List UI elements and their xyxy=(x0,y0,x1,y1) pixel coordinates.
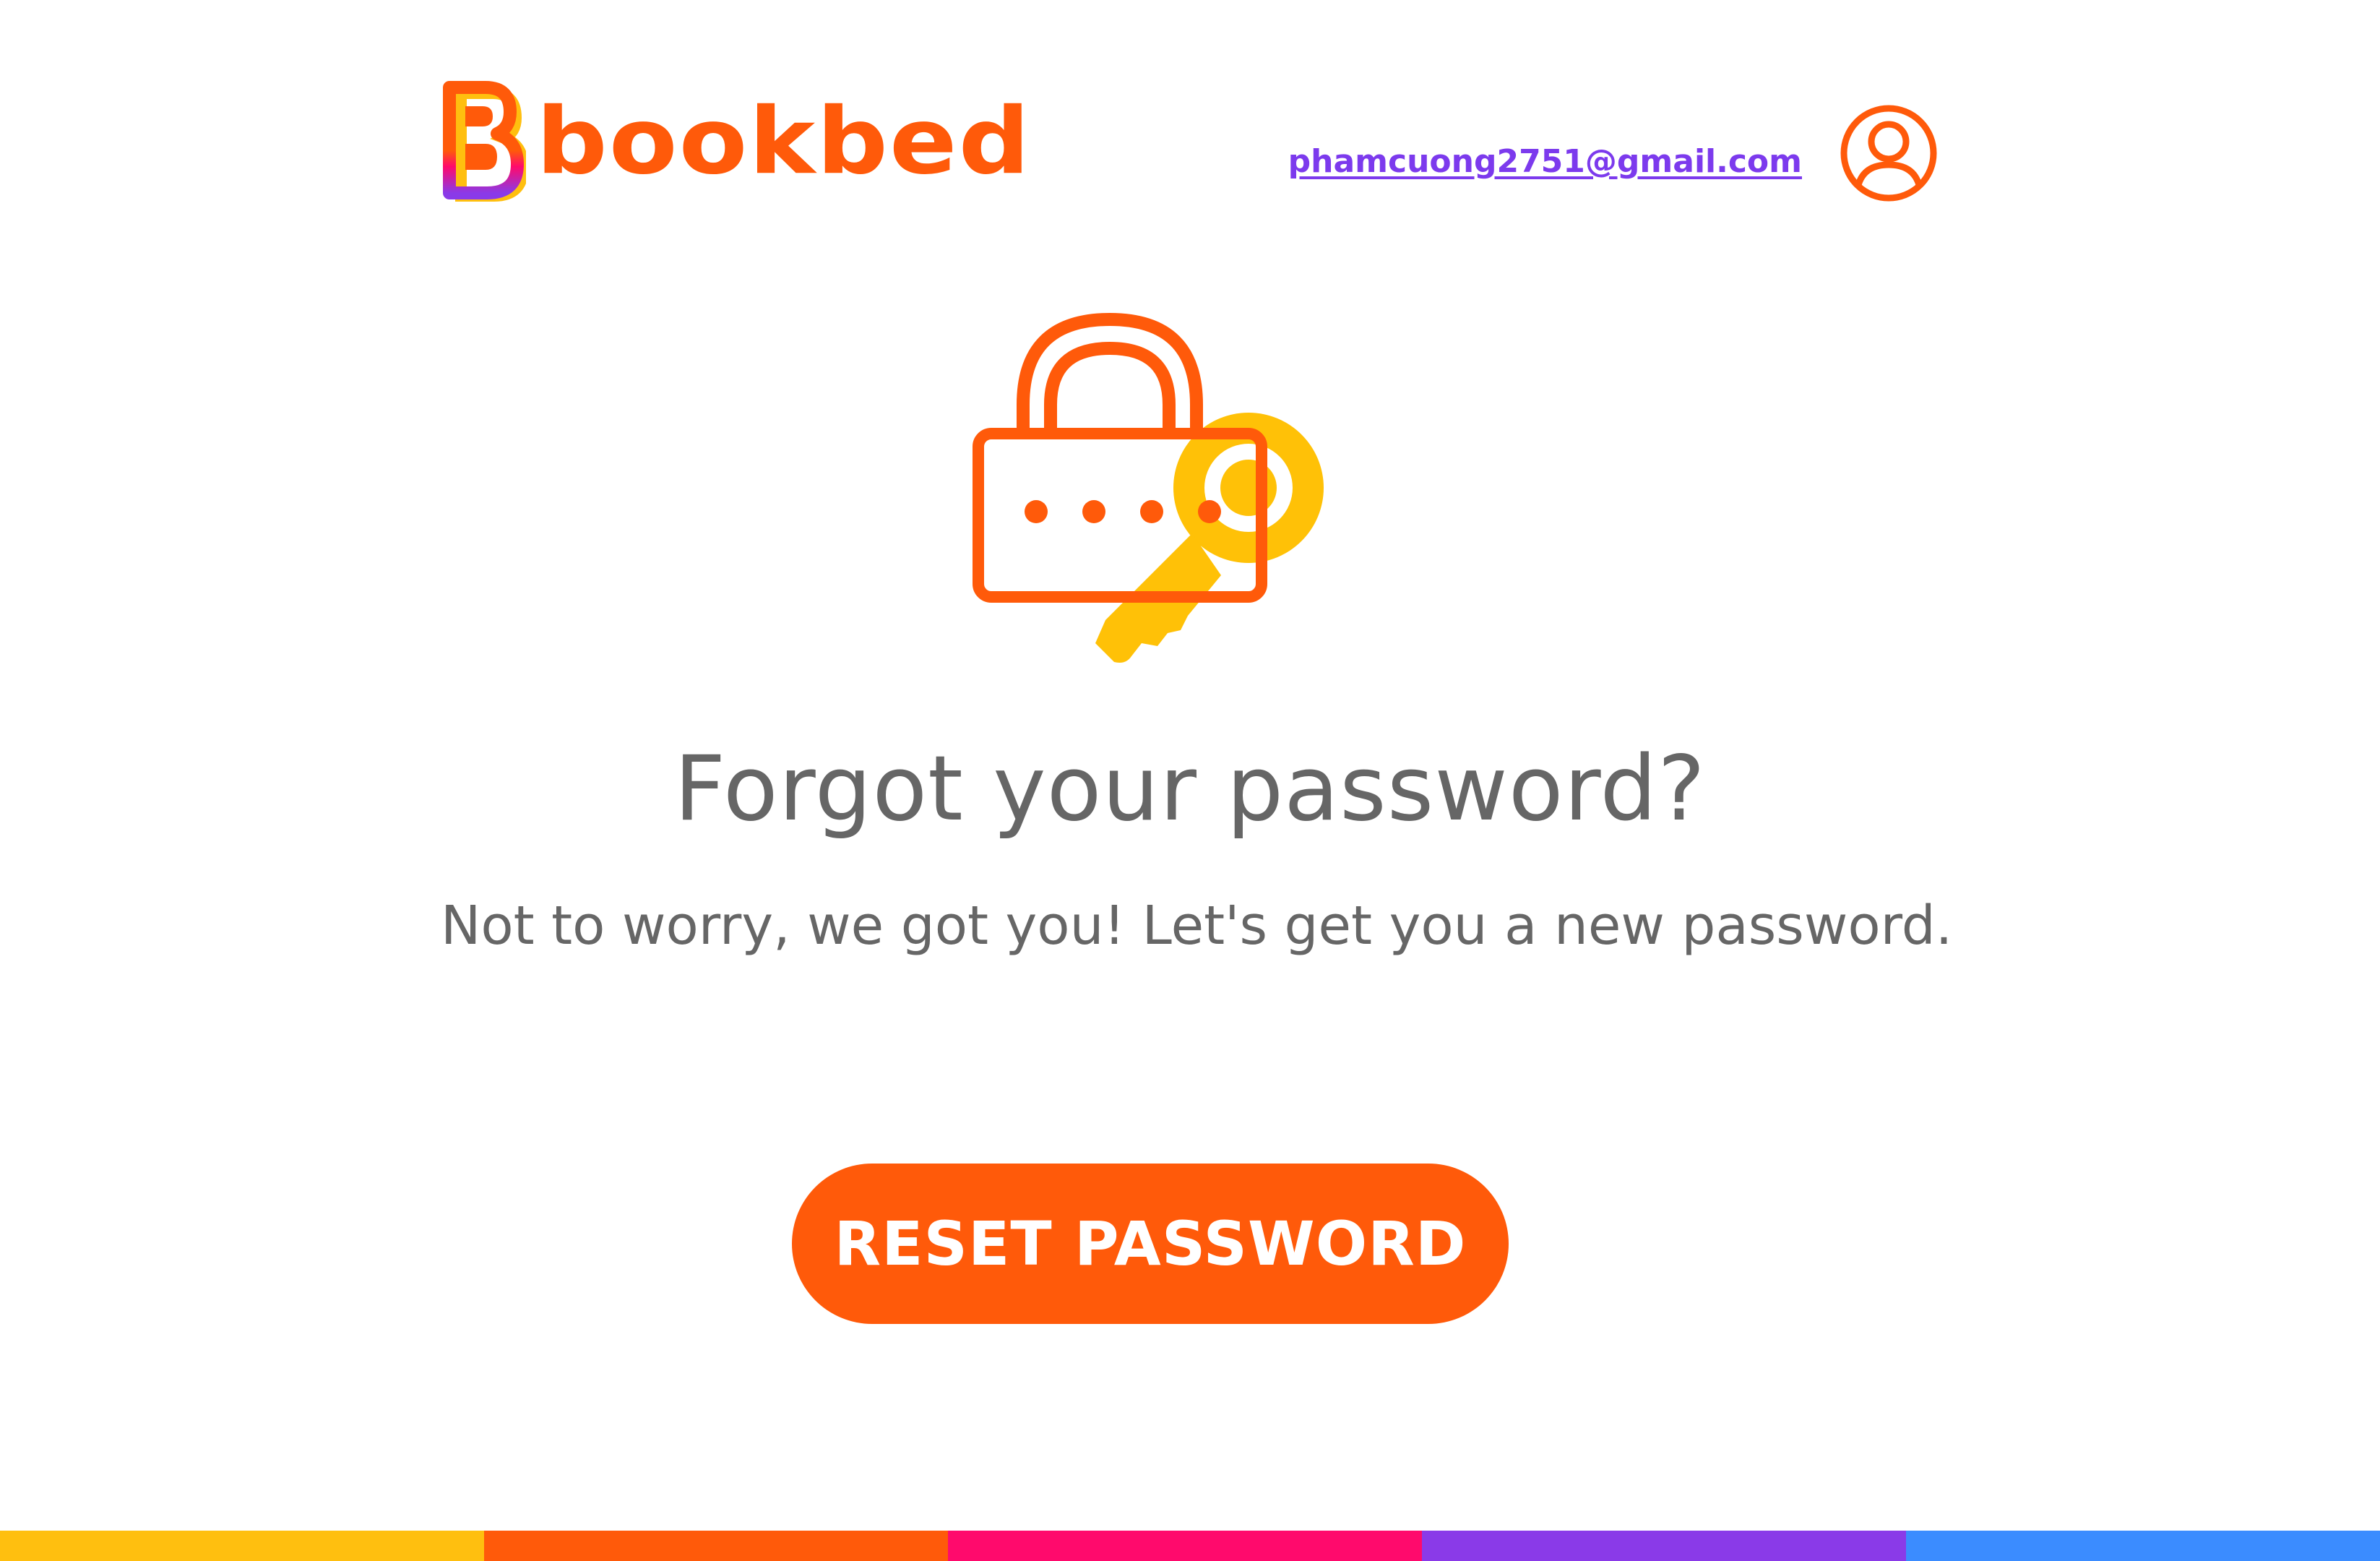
color-bar-segment xyxy=(0,1531,484,1561)
footer-color-bar xyxy=(0,1531,2380,1561)
bookbed-logo[interactable]: bookbed xyxy=(441,78,1031,205)
user-email-link[interactable]: phamcuong2751@gmail.com xyxy=(1288,143,1802,180)
user-circle-icon[interactable] xyxy=(1840,104,1938,202)
color-bar-segment xyxy=(484,1531,948,1561)
lock-key-icon xyxy=(973,312,1324,663)
page-title: Forgot your password? xyxy=(674,737,1706,841)
page-subtitle: Not to worry, we got you! Let's get you … xyxy=(441,895,1953,957)
color-bar-segment xyxy=(1422,1531,1906,1561)
color-bar-segment xyxy=(1906,1531,2380,1561)
color-bar-segment xyxy=(948,1531,1422,1561)
logo-b-icon xyxy=(443,81,526,202)
reset-password-button[interactable]: RESET PASSWORD xyxy=(792,1164,1509,1324)
logo-wordmark: bookbed xyxy=(536,87,1032,195)
forgot-password-page: bookbed phamcuong2751@gmail.com Forgot y… xyxy=(0,0,2380,1561)
